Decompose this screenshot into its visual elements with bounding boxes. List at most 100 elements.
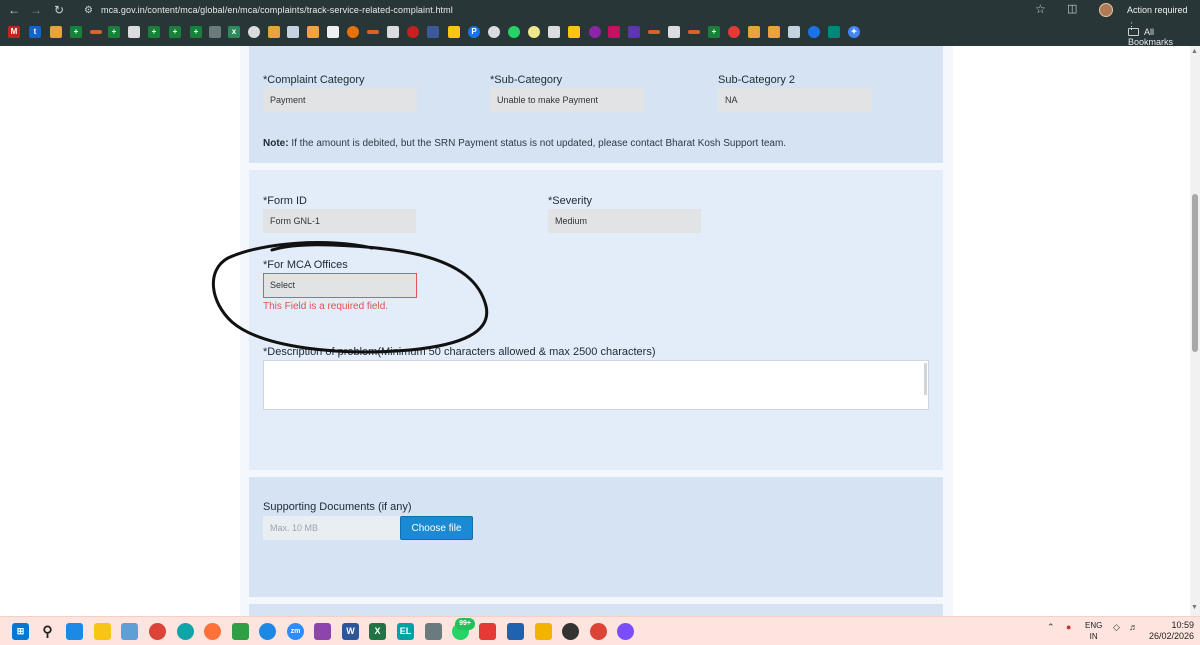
bookmark-icon[interactable] [608, 26, 620, 38]
scroll-up-icon[interactable]: ▲ [1191, 48, 1198, 55]
bookmark-icon[interactable] [407, 26, 419, 38]
choose-file-button[interactable]: Choose file [400, 516, 473, 540]
app-icon[interactable] [121, 623, 138, 640]
wifi-icon[interactable]: ◇ [1113, 622, 1120, 633]
file-explorer-icon[interactable] [94, 623, 111, 640]
page-scrollbar[interactable]: ▲ ▼ [1190, 46, 1200, 616]
bookmark-icon[interactable] [589, 26, 601, 38]
bookmark-icon[interactable] [568, 26, 580, 38]
sheets-bookmark-icon[interactable]: + [70, 26, 82, 38]
scrollbar-thumb[interactable] [1192, 194, 1198, 352]
back-arrow-icon[interactable]: ← [6, 2, 22, 18]
firefox-icon[interactable] [204, 623, 221, 640]
site-info-icon[interactable]: ⚙ [84, 5, 93, 16]
chatgpt-icon[interactable] [562, 623, 579, 640]
start-icon[interactable]: ⊞ [12, 623, 29, 640]
bookmark-icon[interactable] [628, 26, 640, 38]
bookmark-icon[interactable] [788, 26, 800, 38]
bookmark-icon[interactable] [50, 26, 62, 38]
profile-avatar[interactable] [1099, 3, 1113, 17]
bookmark-icon[interactable] [828, 26, 840, 38]
bookmark-icon[interactable] [528, 26, 540, 38]
chrome-icon[interactable] [149, 623, 166, 640]
bookmark-icon[interactable] [427, 26, 439, 38]
complaint-category-field[interactable]: Payment [263, 88, 417, 112]
bookmark-icon[interactable] [448, 26, 460, 38]
bookmark-icon[interactable] [209, 26, 221, 38]
folder-icon [1128, 28, 1139, 36]
action-required-button[interactable]: Action required ⋮ [1119, 2, 1200, 31]
forward-arrow-icon[interactable]: → [28, 2, 44, 18]
all-bookmarks-button[interactable]: All Bookmarks [1128, 27, 1200, 47]
sub-category-2-field[interactable]: NA [718, 88, 872, 112]
clock-date: 26/02/2026 [1149, 631, 1195, 641]
file-size-input[interactable]: Max. 10 MB [263, 516, 400, 540]
bookmark-icon[interactable] [488, 26, 500, 38]
bookmark-icon[interactable] [668, 26, 680, 38]
volume-icon[interactable]: ♬ [1129, 622, 1138, 632]
scroll-down-icon[interactable]: ▼ [1191, 604, 1198, 611]
supporting-docs-label: Supporting Documents (if any) [263, 501, 412, 513]
bookmark-icon[interactable]: t [29, 26, 41, 38]
address-bar[interactable]: ⚙ mca.gov.in/content/mca/global/en/mca/c… [78, 1, 1060, 19]
bookmark-icon[interactable]: P [468, 26, 480, 38]
app-icon[interactable] [507, 623, 524, 640]
sheets-bookmark-icon[interactable]: + [169, 26, 181, 38]
excel-icon[interactable]: X [369, 623, 386, 640]
calculator-icon[interactable] [425, 623, 442, 640]
note-text: If the amount is debited, but the SRN Pa… [288, 138, 787, 149]
bookmark-icon[interactable] [367, 30, 379, 34]
app-icon[interactable] [535, 623, 552, 640]
word-icon[interactable]: W [342, 623, 359, 640]
description-textarea[interactable] [263, 360, 929, 410]
bookmark-icon[interactable] [548, 26, 560, 38]
edge-icon[interactable] [177, 623, 194, 640]
whatsapp-bookmark-icon[interactable] [508, 26, 520, 38]
bookmark-icon[interactable] [808, 26, 820, 38]
bookmark-icon[interactable] [748, 26, 760, 38]
sub-category-field[interactable]: Unable to make Payment [490, 88, 644, 112]
app-icon[interactable] [314, 623, 331, 640]
chevron-up-icon[interactable]: ⌃ [1047, 622, 1055, 633]
gmail-bookmark-icon[interactable]: M [8, 26, 20, 38]
sheets-bookmark-icon[interactable]: + [108, 26, 120, 38]
bookmark-icon[interactable] [287, 26, 299, 38]
bookmark-icon[interactable] [327, 26, 339, 38]
bookmark-icon[interactable] [688, 30, 700, 34]
sheets-bookmark-icon[interactable]: + [708, 26, 720, 38]
reload-icon[interactable]: ↻ [51, 2, 67, 18]
mca-offices-select[interactable]: Select [263, 273, 417, 298]
bookmark-icon[interactable] [90, 30, 102, 34]
form-id-field[interactable]: Form GNL-1 [263, 209, 416, 233]
sheets-bookmark-icon[interactable]: + [190, 26, 202, 38]
bookmark-icon[interactable] [648, 30, 660, 34]
extensions-icon[interactable]: ◫ [1067, 2, 1077, 15]
search-icon[interactable]: ⚲ [39, 623, 56, 640]
bookmark-icon[interactable]: x [228, 26, 240, 38]
language-indicator[interactable]: ENG IN [1085, 620, 1102, 642]
chrome-icon[interactable] [590, 623, 607, 640]
bookmark-icon[interactable] [768, 26, 780, 38]
app-tray-icon[interactable]: ● [1066, 622, 1071, 632]
bookmark-icon[interactable] [728, 26, 740, 38]
zoom-icon[interactable]: zm [287, 623, 304, 640]
bookmark-star-icon[interactable]: ☆ [1035, 2, 1046, 16]
bookmark-icon[interactable] [307, 26, 319, 38]
app-icon[interactable]: EL [397, 623, 414, 640]
bookmarks-bar: M t + + + + + x P + ✦ All Bookmarks [0, 24, 1200, 47]
bookmark-icon[interactable] [128, 26, 140, 38]
bookmark-icon[interactable] [248, 26, 260, 38]
sheets-bookmark-icon[interactable]: + [148, 26, 160, 38]
textarea-scrollbar[interactable] [924, 363, 927, 395]
severity-field[interactable]: Medium [548, 209, 701, 233]
gemini-bookmark-icon[interactable]: ✦ [848, 26, 860, 38]
chrome-icon[interactable] [617, 623, 634, 640]
bookmark-icon[interactable] [387, 26, 399, 38]
bookmark-icon[interactable] [268, 26, 280, 38]
system-clock[interactable]: 10:59 26/02/2026 [1149, 620, 1194, 642]
app-icon[interactable] [479, 623, 496, 640]
app-icon[interactable] [232, 623, 249, 640]
bookmark-icon[interactable] [347, 26, 359, 38]
app-icon[interactable] [66, 623, 83, 640]
app-icon[interactable] [259, 623, 276, 640]
